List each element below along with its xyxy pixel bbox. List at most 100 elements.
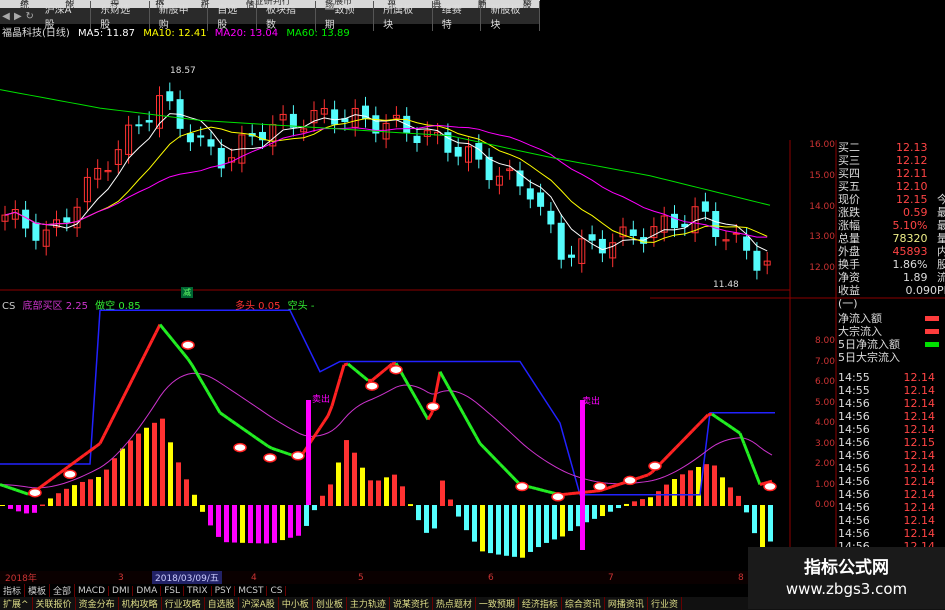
bottom-tab[interactable]: 热点题材 — [433, 597, 476, 610]
histogram-bar — [392, 475, 397, 506]
bottom-tab[interactable]: 关联报价 — [33, 597, 76, 610]
bottom-tab[interactable]: 创业板 — [313, 597, 347, 610]
histogram-bar — [152, 423, 157, 506]
buy-point-marker — [516, 483, 528, 491]
cs-line-segment — [12, 489, 16, 490]
bottom-tab[interactable]: 主力轨迹 — [347, 597, 390, 610]
quote-row: 总量78320量 — [838, 232, 945, 245]
bottom-tab[interactable]: 机构攻略 — [119, 597, 162, 610]
cs-line-segment — [324, 416, 328, 422]
bottom-tab[interactable]: 资金分布 — [76, 597, 119, 610]
quote-value: 78320 — [870, 232, 928, 245]
histogram-bar — [424, 505, 429, 533]
histogram-bar — [280, 505, 285, 540]
histogram-bar — [48, 498, 53, 506]
histogram-bar — [328, 484, 333, 506]
cs-line-segment — [688, 431, 692, 435]
cs-line-segment — [532, 488, 536, 489]
indicator-tab[interactable]: MACD — [75, 586, 109, 596]
cs-line-segment — [4, 486, 8, 487]
histogram-bar — [656, 491, 661, 506]
histogram-bar — [536, 505, 541, 547]
bottom-tab[interactable]: 网播资讯 — [605, 597, 648, 610]
indicator-tab[interactable]: 指标 — [0, 584, 25, 597]
histogram-bar — [304, 505, 309, 526]
tick-time: 14:56 — [838, 436, 870, 449]
histogram-bar — [192, 495, 197, 506]
cs-line-segment — [140, 356, 144, 364]
bottom-tab[interactable]: 行业攻略 — [162, 597, 205, 610]
histogram-bar — [592, 505, 597, 519]
tick-price: 12.14 — [877, 488, 935, 501]
indicator-axis-label: 4.00 — [795, 418, 835, 428]
cs-line-segment — [104, 428, 108, 436]
tick-row: 14:5612.14 — [838, 514, 945, 527]
quote-extra — [937, 167, 945, 180]
bottom-tab[interactable]: 说某资托 — [390, 597, 433, 610]
quote-row: 买三12.12 — [838, 154, 945, 167]
bottom-tab[interactable]: 行业资 — [648, 597, 682, 610]
cs-line-segment — [204, 385, 208, 392]
indicator-tab[interactable]: 全部 — [50, 584, 75, 597]
flow-label: 大宗流入 — [838, 325, 882, 338]
indicator-tab[interactable]: DMI — [109, 586, 133, 596]
bottom-tab[interactable]: 中小板 — [279, 597, 313, 610]
indicator-tab[interactable]: CS — [267, 586, 286, 596]
histogram-bar — [448, 500, 453, 506]
indicator-tab[interactable]: PSY — [212, 586, 236, 596]
cs-line-segment — [640, 476, 644, 477]
cs-line-segment — [436, 372, 440, 393]
cs-line-segment — [100, 436, 104, 444]
indicator-tab[interactable]: FSL — [161, 586, 184, 596]
histogram-bar — [360, 468, 365, 506]
bottom-tab[interactable]: 经济指标 — [519, 597, 562, 610]
cs-line-segment — [428, 413, 432, 420]
cs-line-segment — [116, 404, 120, 412]
indicator-axis-label: 8.00 — [795, 336, 835, 346]
histogram-bar — [440, 481, 445, 506]
tick-price: 12.14 — [877, 475, 935, 488]
histogram-bar — [112, 458, 117, 506]
indicator-axis-label: 3.00 — [795, 439, 835, 449]
price-axis-label: 15.00 — [795, 171, 835, 181]
histogram-bar — [88, 479, 93, 506]
histogram-bar — [744, 505, 749, 512]
cs-line-segment — [500, 464, 504, 468]
indicator-tab[interactable]: TRIX — [184, 586, 212, 596]
bottom-tab[interactable]: 一致预期 — [476, 597, 519, 610]
candle-body — [558, 223, 564, 259]
quote-row: 买五12.10 — [838, 180, 945, 193]
bottom-tab[interactable]: 综合资讯 — [562, 597, 605, 610]
cs-line-segment — [124, 388, 128, 396]
cs-line-segment — [648, 472, 652, 475]
candle-body — [702, 202, 708, 211]
tick-row: 14:5612.14 — [838, 449, 945, 462]
candle-body — [414, 136, 420, 142]
bottom-tab[interactable]: 扩展^ — [0, 597, 33, 610]
candle-body — [187, 134, 193, 142]
price-axis-label: 16.00 — [795, 140, 835, 150]
indicator-tab[interactable]: MCST — [235, 586, 267, 596]
legend-c: 多头 0.05 — [235, 301, 280, 312]
price-axis-label: 14.00 — [795, 202, 835, 212]
histogram-bar — [544, 505, 549, 543]
histogram-bar — [416, 505, 421, 520]
cs-line-segment — [220, 413, 224, 416]
cs-line-segment — [708, 414, 712, 415]
quote-label: 买五 — [838, 180, 860, 193]
bottom-tab[interactable]: 自选股 — [205, 597, 239, 610]
indicator-tab[interactable]: 模板 — [25, 584, 50, 597]
quote-extra — [937, 141, 945, 154]
histogram-bar — [144, 428, 149, 506]
watermark-url: www.zbgs3.com — [748, 580, 945, 598]
cs-line-segment — [332, 392, 336, 406]
bottom-tab[interactable]: 沪深A股 — [239, 597, 279, 610]
candle-body — [146, 121, 152, 123]
histogram-bar — [648, 497, 653, 506]
histogram-bar — [200, 505, 205, 512]
tick-row: 14:5612.14 — [838, 462, 945, 475]
indicator-tab[interactable]: DMA — [133, 586, 161, 596]
cs-line-segment — [252, 435, 256, 438]
cs-line-segment — [620, 483, 624, 484]
buy-point-marker — [594, 483, 606, 491]
